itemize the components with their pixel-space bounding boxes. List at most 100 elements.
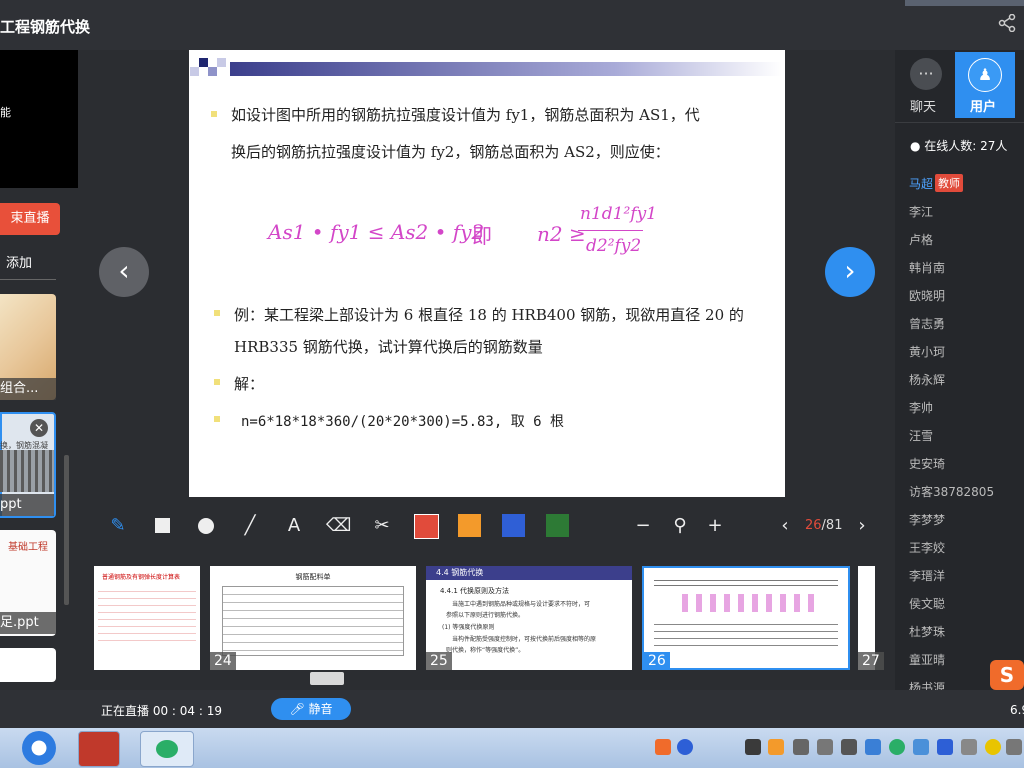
user-list-item[interactable]: 杜梦珠 — [909, 623, 945, 640]
slide-thumb[interactable]: 普通钢筋及有钢弹长度计算表 — [94, 566, 200, 670]
users-icon: ♟ — [968, 58, 1002, 92]
user-list-item[interactable]: 李瑨洋 — [909, 567, 945, 584]
zoom-icon[interactable]: ⚲ — [668, 514, 692, 538]
file-thumb-4[interactable] — [0, 648, 56, 682]
user-list-item[interactable]: 童亚晴 — [909, 651, 945, 668]
eraser-icon[interactable]: ⌫ — [326, 514, 351, 538]
help-icon[interactable] — [677, 739, 693, 755]
prev-slide-button[interactable]: ‹ — [99, 247, 149, 297]
color-swatch-red[interactable] — [414, 514, 439, 539]
bullet-icon — [214, 310, 220, 316]
title-bar — [0, 0, 1024, 50]
slide-header-bar — [230, 62, 782, 76]
pen-icon[interactable]: ✎ — [106, 514, 130, 538]
wechat-tray-icon[interactable] — [889, 739, 905, 755]
formula-mid: 即 — [472, 224, 492, 248]
thumb-title: 4.4 钢筋代换 — [426, 566, 632, 580]
user-list-item[interactable]: 李帅 — [909, 399, 933, 416]
bullet-icon — [211, 111, 217, 117]
slide-decor — [208, 67, 217, 76]
color-swatch-orange[interactable] — [458, 514, 481, 537]
thumb-line: 参照以下原则进行钢筋代换。 — [446, 612, 525, 619]
video-preview — [0, 50, 78, 188]
zoom-out-icon[interactable]: − — [631, 514, 655, 538]
page-total: /81 — [821, 518, 843, 533]
tray-app-icon[interactable] — [793, 739, 809, 755]
bluetooth-icon[interactable] — [937, 739, 953, 755]
chat-icon: ··· — [910, 58, 942, 90]
user-list-item[interactable]: 李江 — [909, 203, 933, 220]
teacher-badge: 教师 — [935, 174, 963, 192]
bullet-icon — [214, 379, 220, 385]
thumb-sub: 4.4.1 代换原则及方法 — [440, 587, 510, 595]
tray-app-icon[interactable] — [913, 739, 929, 755]
user-list-item[interactable]: 马超 — [909, 175, 933, 192]
end-live-button[interactable]: 束直播 — [0, 203, 60, 235]
sogou-browser-icon[interactable] — [22, 731, 56, 765]
tray-app-icon[interactable] — [841, 739, 857, 755]
thumb-line: 当构件配筋受强度控制时，可按代换前后强度相等的原 — [452, 636, 597, 643]
thumb-number: 27 — [858, 652, 884, 670]
tray-app-icon[interactable] — [961, 739, 977, 755]
file-thumb-preview-text: 基础工程 — [8, 542, 48, 553]
mute-button[interactable]: 🎤︎ 静音 — [271, 698, 351, 720]
color-swatch-green[interactable] — [546, 514, 569, 537]
wechat-icon[interactable] — [140, 731, 194, 767]
user-list-item[interactable]: 曾志勇 — [909, 315, 945, 332]
tray-app-icon[interactable] — [768, 739, 784, 755]
user-list-item[interactable]: 杨永辉 — [909, 371, 945, 388]
slide-thumb[interactable]: 钢筋配料单 — [210, 566, 416, 670]
user-list-item[interactable]: 王李姣 — [909, 539, 945, 556]
slide-thumb-current[interactable] — [642, 566, 850, 670]
learning-app-icon[interactable] — [78, 731, 120, 767]
left-scrollbar[interactable] — [64, 455, 69, 605]
user-list-item[interactable]: 访客38782805 — [909, 483, 994, 500]
zoom-in-icon[interactable]: + — [703, 514, 727, 538]
slide-decor — [217, 58, 226, 67]
thumb-table — [222, 586, 404, 656]
circle-icon[interactable] — [194, 514, 218, 538]
close-icon[interactable]: ✕ — [30, 419, 48, 437]
formula-right-numerator: n1d1²fy1 — [580, 204, 657, 224]
user-list-item[interactable]: 李梦梦 — [909, 511, 945, 528]
thumb-scrollbar[interactable] — [310, 672, 344, 685]
user-list-item[interactable]: 史安琦 — [909, 455, 945, 472]
user-list-item[interactable]: 汪雪 — [909, 427, 933, 444]
user-list-item[interactable]: 侯文聪 — [909, 595, 945, 612]
add-button[interactable]: 添加 — [0, 250, 56, 278]
person-icon: ● — [910, 139, 925, 153]
nvidia-icon[interactable] — [745, 739, 761, 755]
user-list-item[interactable]: 韩肖南 — [909, 259, 945, 276]
tray-app-icon[interactable] — [817, 739, 833, 755]
slide-decor — [190, 67, 199, 76]
clear-icon[interactable]: ✂ — [370, 514, 394, 538]
page-indicator: 26/81 — [805, 518, 842, 533]
user-list-item[interactable]: 黄小珂 — [909, 343, 945, 360]
line-icon[interactable]: ╱ — [238, 514, 262, 538]
rectangle-icon[interactable] — [150, 514, 174, 538]
next-page-icon[interactable]: › — [850, 514, 874, 538]
user-list-item[interactable]: 欧晓明 — [909, 287, 945, 304]
network-icon[interactable] — [865, 739, 881, 755]
window-title: 工程钢筋代换 — [0, 18, 91, 36]
formula-right-denominator: d2²fy2 — [586, 236, 642, 256]
thumb-number: 25 — [426, 652, 452, 670]
formula-right-lhs: n2 ≥ — [537, 222, 586, 246]
color-swatch-blue[interactable] — [502, 514, 525, 537]
next-slide-button[interactable]: › — [825, 247, 875, 297]
thumb-content — [654, 576, 838, 586]
divider — [895, 122, 1024, 123]
prev-page-icon[interactable]: ‹ — [773, 514, 797, 538]
slide-decor — [199, 58, 208, 67]
user-list-item[interactable]: 卢格 — [909, 231, 933, 248]
sogou-tray-icon[interactable] — [655, 739, 671, 755]
text-icon[interactable]: A — [282, 514, 306, 538]
sogou-ime-icon[interactable]: S — [990, 660, 1024, 690]
share-icon[interactable] — [998, 13, 1016, 33]
online-count-text: 在线人数: 27人 — [924, 139, 1008, 153]
microphone-icon: 🎤︎ — [289, 702, 309, 716]
slide-text: HRB335 钢筋代换，试计算代换后的钢筋数量 — [234, 338, 543, 356]
volume-icon[interactable] — [1006, 739, 1022, 755]
tray-app-icon[interactable] — [985, 739, 1001, 755]
slide-thumb[interactable]: 4.4 钢筋代换 4.4.1 代换原则及方法 当施工中遇到钢筋品种或规格与设计要… — [426, 566, 632, 670]
